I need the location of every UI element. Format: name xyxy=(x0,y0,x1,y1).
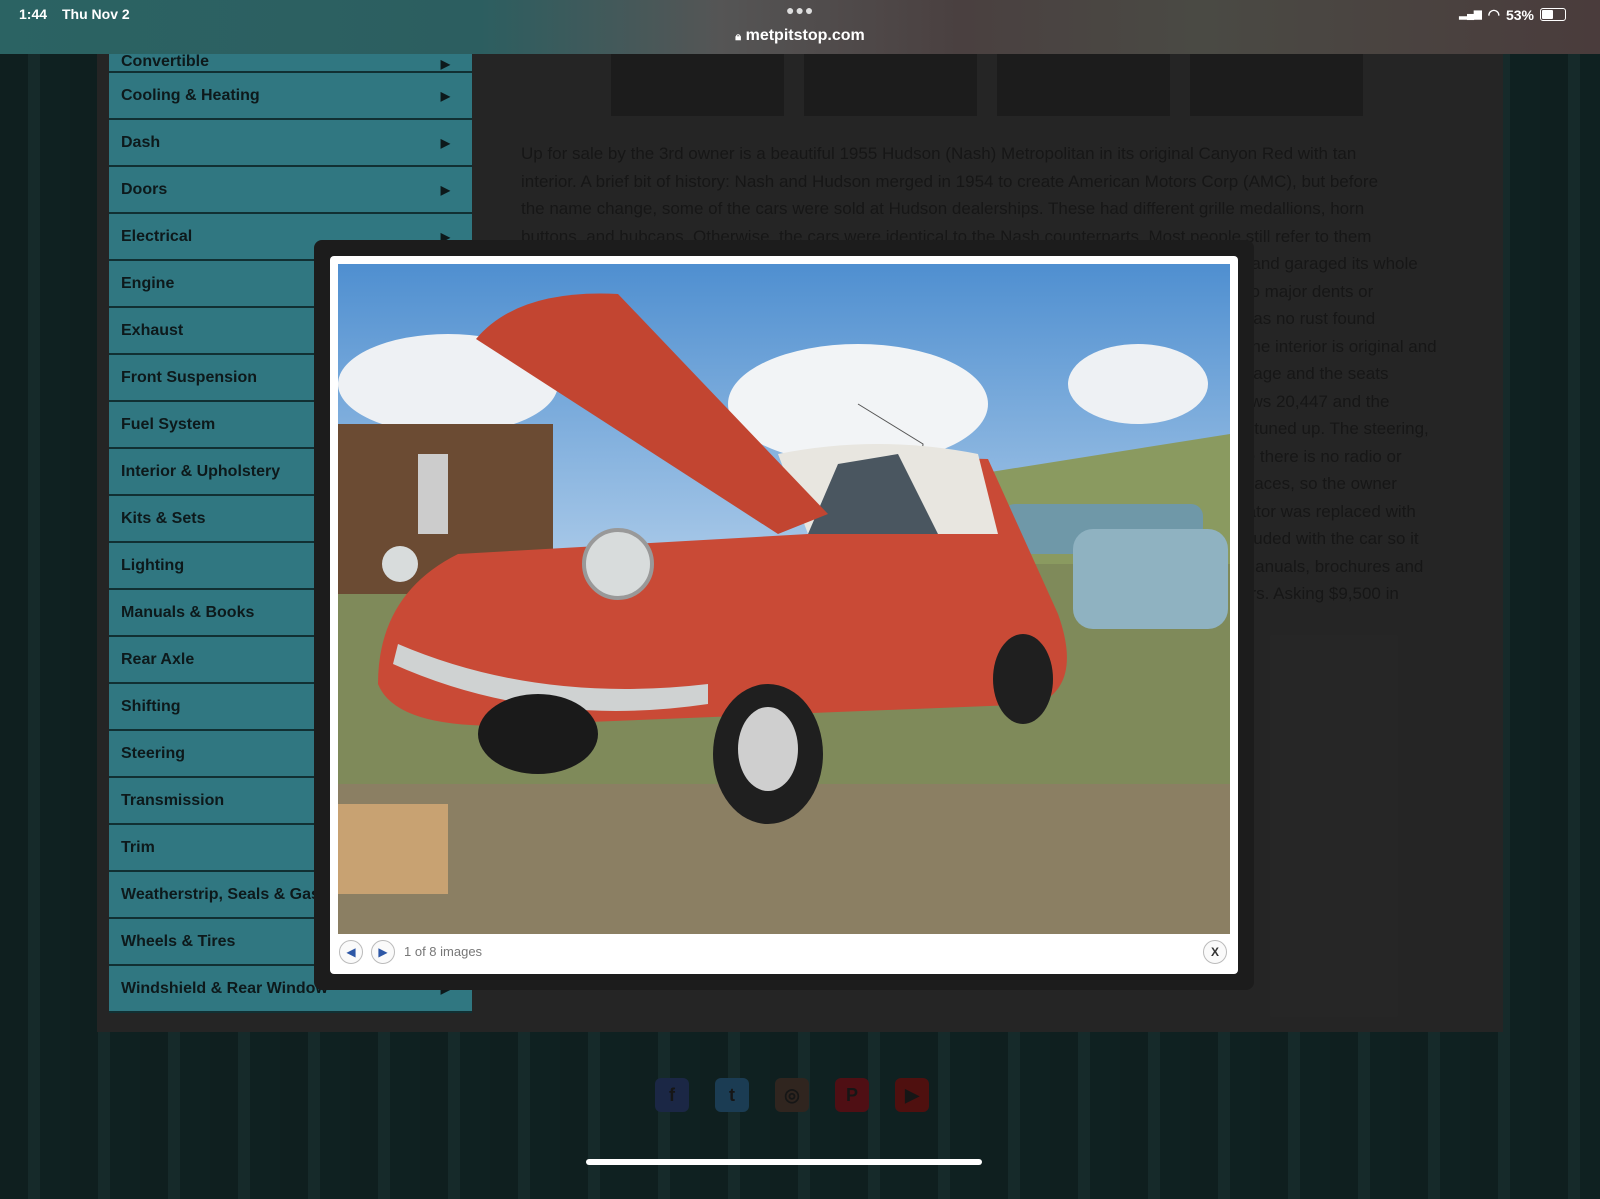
close-button[interactable]: X xyxy=(1203,940,1227,964)
lightbox: ◀ ▶ 1 of 8 images X xyxy=(330,256,1238,974)
home-indicator[interactable] xyxy=(586,1159,982,1165)
wifi-icon: ◠ xyxy=(1487,6,1500,22)
signal-icon: ▂▄▆ xyxy=(1459,9,1482,20)
status-time: 1:44 xyxy=(19,6,48,22)
battery-icon xyxy=(1540,8,1566,21)
lock-icon: 🔒︎ xyxy=(735,31,742,43)
car-photo xyxy=(338,264,1230,934)
next-image-button[interactable]: ▶ xyxy=(371,940,395,964)
previous-image-button[interactable]: ◀ xyxy=(339,940,363,964)
status-date: Thu Nov 2 xyxy=(62,6,130,22)
address-bar[interactable]: 🔒︎ metpitstop.com xyxy=(0,27,1600,45)
image-counter: 1 of 8 images xyxy=(404,944,483,959)
url-text: metpitstop.com xyxy=(745,27,865,44)
more-dots-icon[interactable]: ●●● xyxy=(786,2,814,18)
status-bar: 1:44 Thu Nov 2 ●●● 🔒︎ metpitstop.com ▂▄▆… xyxy=(0,0,1600,54)
battery-percent: 53% xyxy=(1505,6,1534,23)
